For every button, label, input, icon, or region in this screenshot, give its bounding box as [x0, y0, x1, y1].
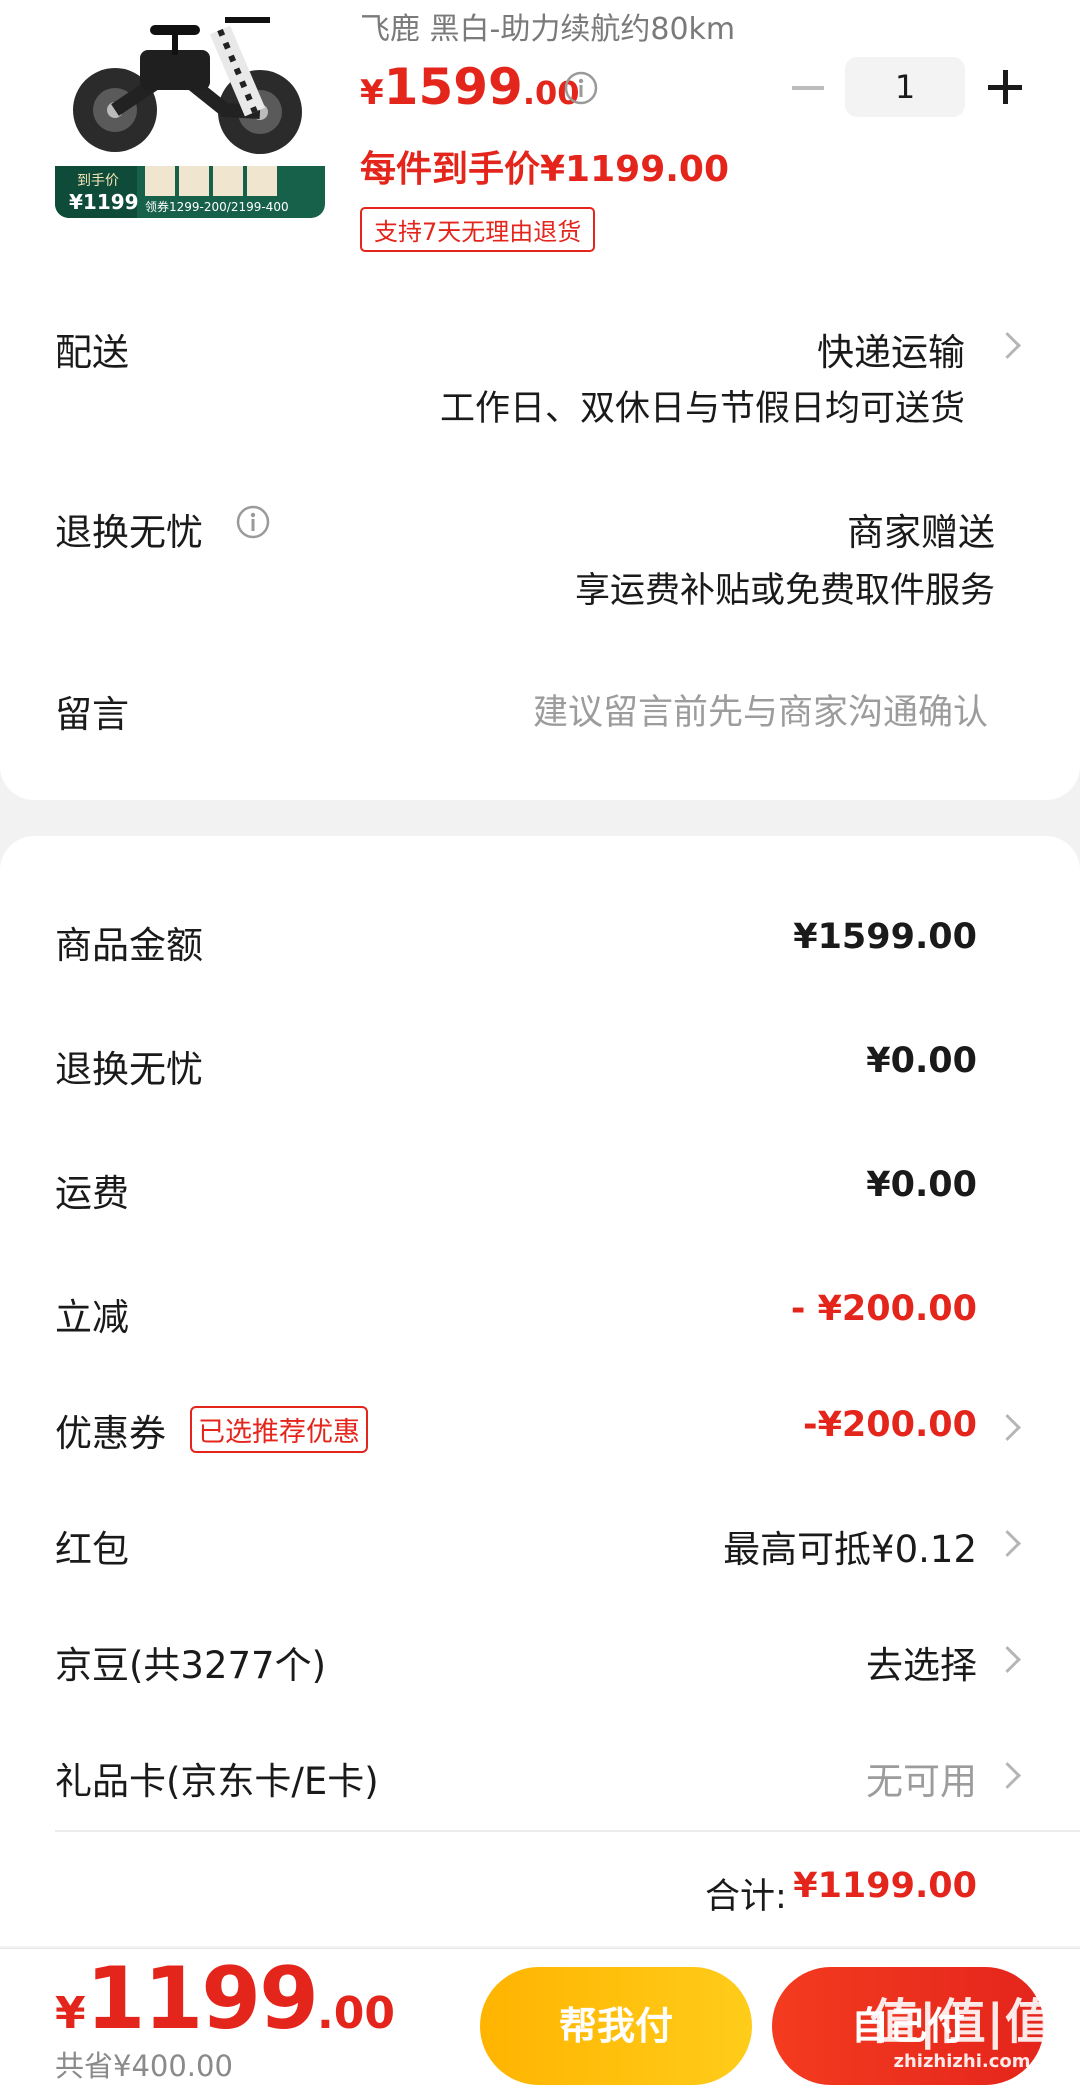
summary-value-shipping: ¥0.00 [866, 1165, 977, 1205]
worry-free-info-icon[interactable] [236, 505, 270, 539]
summary-value-jd-beans[interactable]: 去选择 [866, 1635, 977, 1689]
summary-label-coupon: 优惠券 [55, 1412, 166, 1455]
summary-label-goods: 商品金额 [55, 924, 203, 967]
summary-label-jd-beans: 京豆(共3277个) [55, 1644, 327, 1687]
total-label: 合计: [705, 1877, 787, 1917]
quantity-decrease-button[interactable] [792, 86, 824, 90]
price-info-icon[interactable] [564, 71, 598, 105]
delivery-label: 配送 [55, 331, 129, 374]
final-price: 每件到手价¥1199.00 [360, 149, 730, 190]
watermark-text: 值|值|值 [869, 1994, 1055, 2050]
checkout-price: ¥1199.00 [55, 1949, 395, 2049]
product-image[interactable]: 到手价 ¥1199 领券1299-200/2199-400 [55, 0, 325, 218]
image-coupon-text: 领券1299-200/2199-400 [145, 200, 289, 214]
delivery-method[interactable]: 快递运输 [817, 322, 965, 376]
return-policy-tag: 支持7天无理由退货 [360, 207, 596, 252]
summary-value-goods: ¥1599.00 [793, 917, 977, 957]
delivery-chevron-icon[interactable] [998, 334, 1020, 356]
summary-value-discount: - ¥200.00 [790, 1289, 977, 1329]
price-currency: ¥ [360, 73, 384, 113]
watermark-logo: 值|值|值 zhizhizhi.com [852, 1992, 1072, 2085]
watermark-site: zhizhizhi.com [893, 2051, 1031, 2072]
checkout-price-integer: 1199 [85, 1949, 319, 2049]
summary-divider [55, 1830, 1080, 1832]
summary-label-discount: 立减 [55, 1296, 129, 1339]
checkout-price-currency: ¥ [55, 1988, 86, 2039]
summary-label-worry-free: 退换无忧 [55, 1048, 203, 1091]
summary-value-worry-free: ¥0.00 [866, 1041, 977, 1081]
worry-free-label: 退换无忧 [55, 511, 203, 554]
message-label: 留言 [55, 693, 129, 736]
product-price: ¥1599.00 [360, 58, 580, 116]
gift-card-chevron-icon[interactable] [998, 1764, 1020, 1786]
price-integer: 1599 [383, 58, 523, 116]
summary-value-red-packet[interactable]: 最高可抵¥0.12 [723, 1519, 977, 1573]
image-badge-label: 到手价 [77, 173, 119, 189]
summary-label-gift-card: 礼品卡(京东卡/E卡) [55, 1760, 379, 1803]
order-options-card: 到手价 ¥1199 领券1299-200/2199-400 飞鹿 黑白-助力续航… [0, 0, 1080, 800]
checkout-price-decimal: .00 [316, 1988, 395, 2039]
summary-value-gift-card[interactable]: 无可用 [866, 1751, 977, 1805]
image-badge-price: ¥1199 [69, 190, 139, 214]
summary-label-red-packet: 红包 [55, 1528, 129, 1571]
worry-free-value: 商家赠送 [847, 511, 995, 554]
summary-value-coupon[interactable]: -¥200.00 [803, 1405, 977, 1445]
red-packet-chevron-icon[interactable] [998, 1532, 1020, 1554]
help-pay-button[interactable]: 帮我付 [480, 1967, 752, 2085]
quantity-increase-button[interactable] [988, 70, 1022, 104]
coupon-chevron-icon[interactable] [998, 1416, 1020, 1438]
summary-label-shipping: 运费 [55, 1172, 129, 1215]
quantity-input[interactable]: 1 [845, 57, 965, 117]
worry-free-note: 享运费补贴或免费取件服务 [574, 571, 995, 611]
total-value: ¥1199.00 [793, 1866, 977, 1906]
delivery-note: 工作日、双休日与节假日均可送货 [439, 389, 965, 429]
message-input[interactable]: 建议留言前先与商家沟通确认 [533, 684, 988, 735]
saved-amount: 共省¥400.00 [55, 2049, 233, 2083]
product-title: 飞鹿 黑白-助力续航约80km [360, 12, 736, 47]
coupon-selected-tag: 已选推荐优惠 [190, 1406, 368, 1453]
jd-beans-chevron-icon[interactable] [998, 1648, 1020, 1670]
